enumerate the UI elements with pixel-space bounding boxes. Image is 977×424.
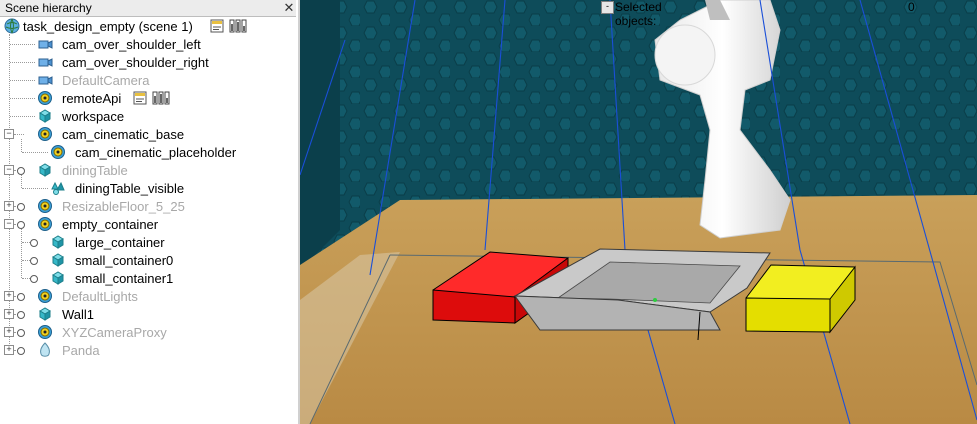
tree-item-label: small_container1 xyxy=(75,271,174,286)
selected-objects-count: 0 xyxy=(908,0,915,14)
tree-item-label: XYZCameraProxy xyxy=(62,325,167,340)
expand-icon[interactable]: + xyxy=(4,201,14,211)
world-icon xyxy=(4,18,20,34)
hierarchy-dot-icon xyxy=(17,347,25,355)
expand-icon[interactable]: + xyxy=(4,327,14,337)
script-icon[interactable] xyxy=(133,91,149,105)
expand-icon[interactable]: + xyxy=(4,291,14,301)
tree-item[interactable]: cam_over_shoulder_right xyxy=(0,53,298,71)
tree-item-label: small_container0 xyxy=(75,253,174,268)
tree-item[interactable]: workspace xyxy=(0,107,298,125)
shape-icon xyxy=(50,252,66,268)
dummy-icon xyxy=(37,324,53,340)
panda-icon xyxy=(37,342,53,358)
tree-item-label: DefaultLights xyxy=(62,289,138,304)
tree-item[interactable]: − diningTable xyxy=(0,161,298,179)
tree-item-label: cam_over_shoulder_left xyxy=(62,37,201,52)
collapse-icon[interactable]: − xyxy=(4,129,14,139)
script-icon[interactable] xyxy=(210,19,226,33)
selected-objects-label: Selected objects: xyxy=(615,0,662,28)
tree-item[interactable]: + Panda xyxy=(0,341,298,359)
tree-item[interactable]: remoteApi xyxy=(0,89,298,107)
hierarchy-dot-icon xyxy=(30,239,38,247)
shape-icon xyxy=(37,306,53,322)
tree-item-label: empty_container xyxy=(62,217,159,232)
tree-item[interactable]: task_design_empty (scene 1) xyxy=(0,17,298,35)
dummy-icon xyxy=(37,90,53,106)
dummy-icon xyxy=(37,216,53,232)
dummy-icon xyxy=(50,144,66,160)
hierarchy-dot-icon xyxy=(17,293,25,301)
tree-item-label: cam_cinematic_base xyxy=(62,127,185,142)
param-icon[interactable] xyxy=(229,19,247,33)
multishape-icon xyxy=(50,180,66,196)
tree-item-label: workspace xyxy=(62,109,125,124)
tree-item[interactable]: − cam_cinematic_base xyxy=(0,125,298,143)
close-icon[interactable]: ✕ xyxy=(282,1,296,15)
tree-item[interactable]: diningTable_visible xyxy=(0,179,298,197)
tree-item[interactable]: DefaultCamera xyxy=(0,71,298,89)
hierarchy-dot-icon xyxy=(30,257,38,265)
scene-viewport[interactable] xyxy=(300,0,977,424)
dummy-icon xyxy=(37,288,53,304)
tree-item[interactable]: + XYZCameraProxy xyxy=(0,323,298,341)
tree-item[interactable]: large_container xyxy=(0,233,298,251)
tree-item[interactable]: − empty_container xyxy=(0,215,298,233)
collapse-icon[interactable]: − xyxy=(4,219,14,229)
camera-icon xyxy=(37,36,53,52)
tree-item-label: cam_cinematic_placeholder xyxy=(75,145,237,160)
hierarchy-dot-icon xyxy=(30,275,38,283)
shape-icon xyxy=(37,162,53,178)
panel-title: Scene hierarchy xyxy=(5,1,92,15)
tree-item-label: task_design_empty (scene 1) xyxy=(23,19,193,34)
tree-item-label: DefaultCamera xyxy=(62,73,150,88)
tree-item-label: ResizableFloor_5_25 xyxy=(62,199,185,214)
tree-item-label: remoteApi xyxy=(62,91,122,106)
tree-item-label: large_container xyxy=(75,235,165,250)
camera-icon xyxy=(37,54,53,70)
tree-item-label: Wall1 xyxy=(62,307,95,322)
param-icon[interactable] xyxy=(152,91,170,105)
hierarchy-dot-icon xyxy=(17,311,25,319)
tree-item[interactable]: small_container1 xyxy=(0,269,298,287)
hierarchy-dot-icon xyxy=(17,167,25,175)
tree-item-label: diningTable xyxy=(62,163,128,178)
shape-icon xyxy=(37,108,53,124)
viewport-toggle-button[interactable]: - xyxy=(601,1,614,14)
viewport-status-bar: - Selected objects: 0 xyxy=(300,0,915,28)
expand-icon[interactable]: + xyxy=(4,309,14,319)
tree-item[interactable]: cam_over_shoulder_left xyxy=(0,35,298,53)
tree-item-label: cam_over_shoulder_right xyxy=(62,55,209,70)
dummy-icon xyxy=(37,198,53,214)
panel-title-bar: Scene hierarchy ✕ xyxy=(0,0,296,17)
scene-hierarchy-panel: Scene hierarchy ✕ task_design_empty (sce… xyxy=(0,0,298,424)
tree-item[interactable]: cam_cinematic_placeholder xyxy=(0,143,298,161)
expand-icon[interactable]: + xyxy=(4,345,14,355)
tree-item[interactable]: + Wall1 xyxy=(0,305,298,323)
tree-item-label: Panda xyxy=(62,343,100,358)
tree-item-label: diningTable_visible xyxy=(75,181,185,196)
hierarchy-dot-icon xyxy=(17,329,25,337)
dummy-icon xyxy=(37,126,53,142)
tree-item[interactable]: + DefaultLights xyxy=(0,287,298,305)
hierarchy-dot-icon xyxy=(17,221,25,229)
shape-icon xyxy=(50,270,66,286)
tree-item[interactable]: small_container0 xyxy=(0,251,298,269)
camera-icon xyxy=(37,72,53,88)
left-wall xyxy=(300,0,340,270)
tree-item[interactable]: + ResizableFloor_5_25 xyxy=(0,197,298,215)
collapse-icon[interactable]: − xyxy=(4,165,14,175)
hierarchy-dot-icon xyxy=(17,203,25,211)
shape-icon xyxy=(50,234,66,250)
